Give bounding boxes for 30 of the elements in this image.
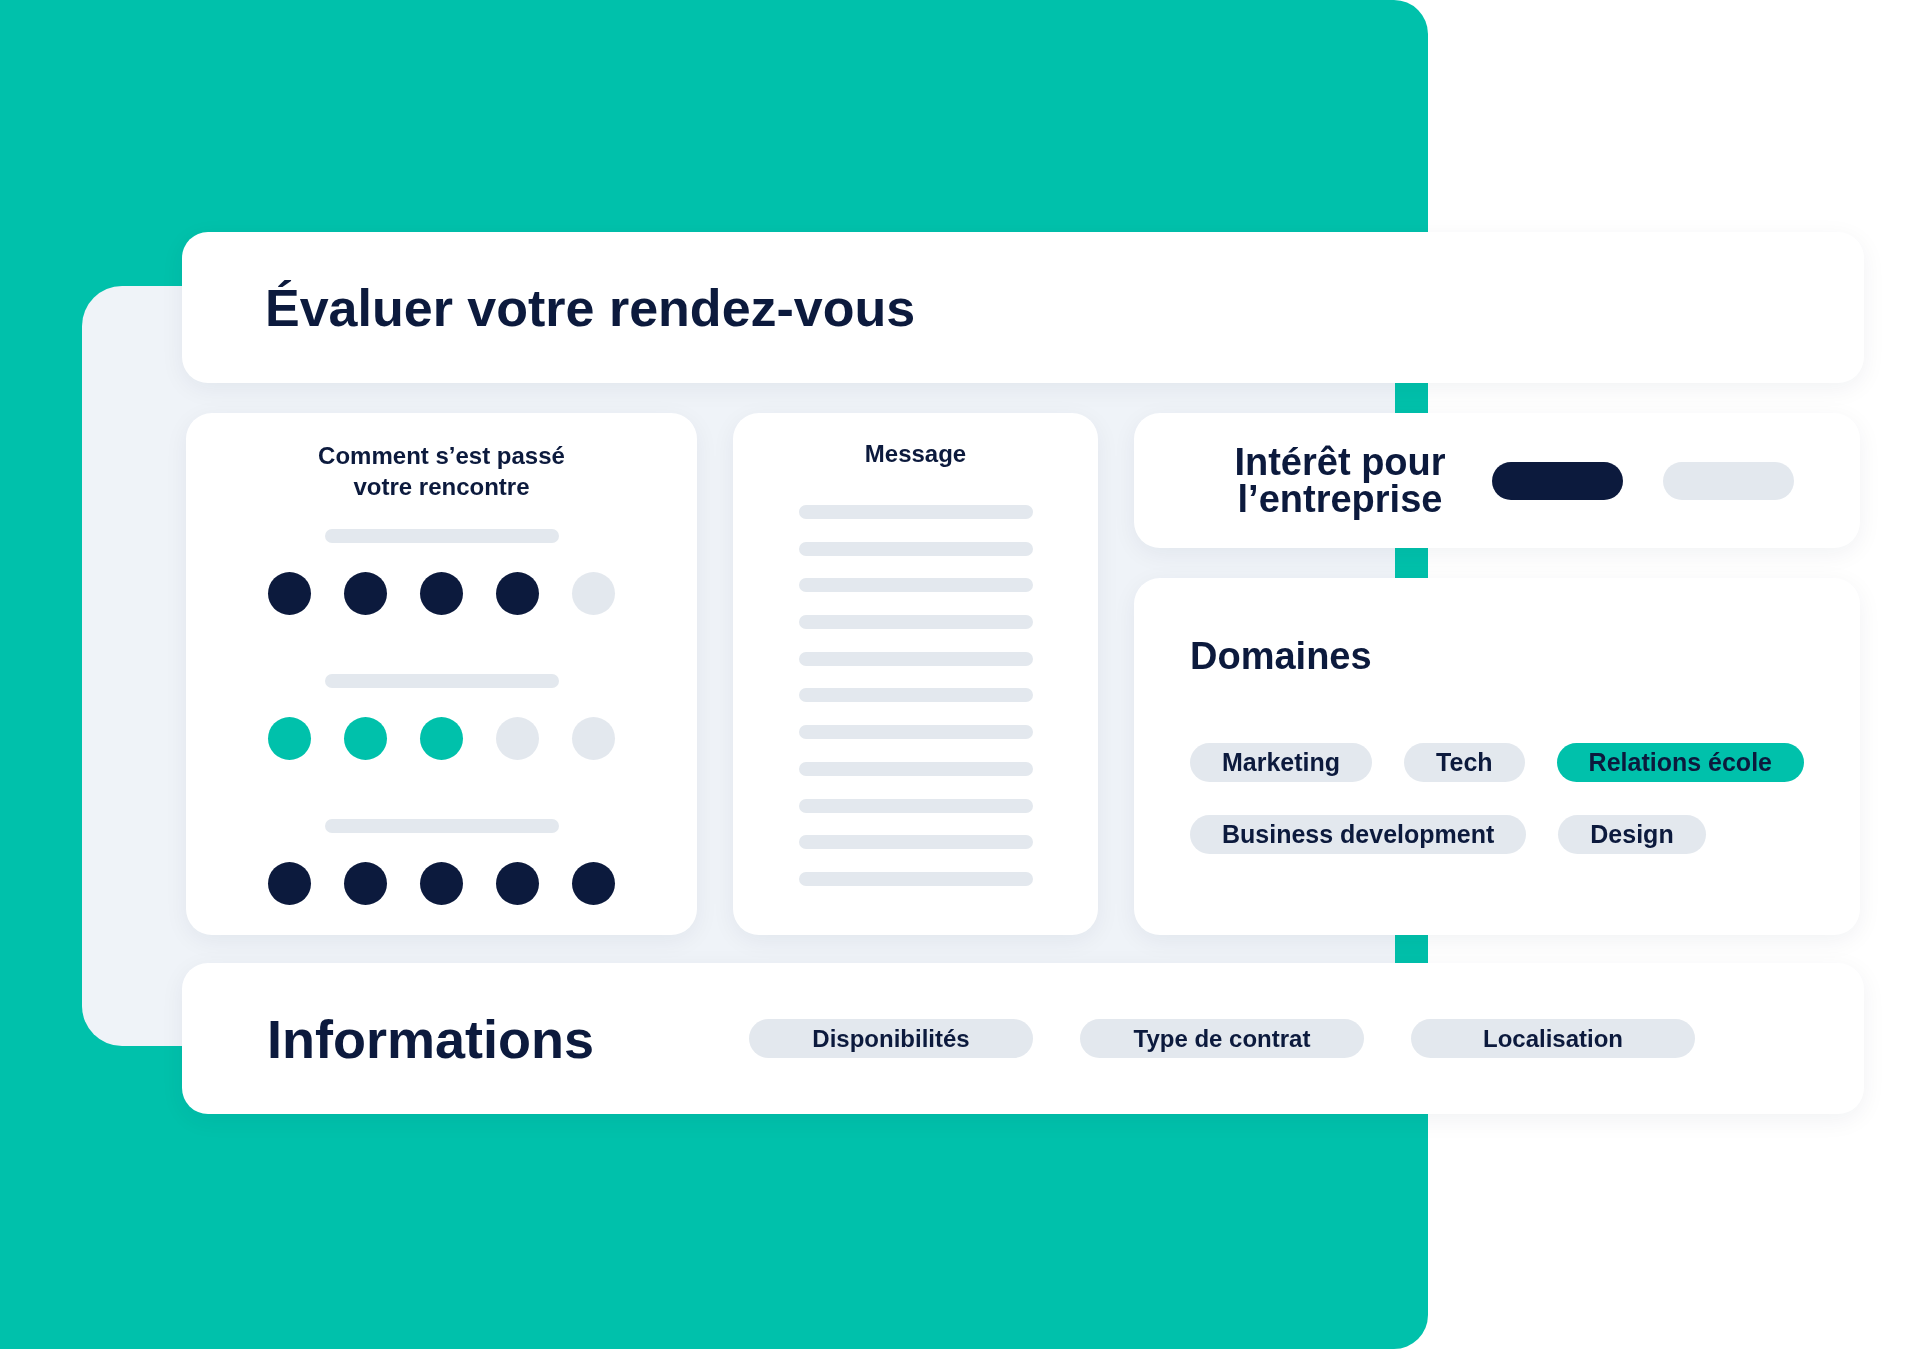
info-tag: Disponibilités bbox=[749, 1019, 1033, 1058]
rating-dot[interactable] bbox=[572, 572, 615, 615]
domains-title: Domaines bbox=[1190, 634, 1373, 678]
rating-dot[interactable] bbox=[420, 717, 463, 760]
rating-dot[interactable] bbox=[268, 572, 311, 615]
rating-dot[interactable] bbox=[572, 717, 615, 760]
choice-option[interactable] bbox=[1492, 461, 1623, 500]
rating-dot[interactable] bbox=[496, 862, 539, 905]
rating-dot[interactable] bbox=[420, 572, 463, 615]
info-title: Informations bbox=[267, 1007, 594, 1070]
rating-dot[interactable] bbox=[344, 717, 387, 760]
domain-tag[interactable]: Tech bbox=[1404, 743, 1525, 782]
rating-dot[interactable] bbox=[572, 862, 615, 905]
domain-tag[interactable]: Marketing bbox=[1190, 743, 1373, 782]
rating-dot[interactable] bbox=[496, 717, 539, 760]
interest-title: Intérêt pour l’entreprise bbox=[1233, 443, 1447, 518]
rating-dot[interactable] bbox=[268, 862, 311, 905]
domain-tag[interactable]: Relations école bbox=[1556, 743, 1804, 782]
page-title: Évaluer votre rendez-vous bbox=[265, 277, 916, 338]
message-title: Message bbox=[864, 439, 967, 469]
info-tag: Type de contrat bbox=[1080, 1019, 1364, 1058]
rating-dot[interactable] bbox=[344, 572, 387, 615]
domain-tag[interactable]: Design bbox=[1558, 815, 1706, 854]
info-tag: Localisation bbox=[1411, 1019, 1695, 1058]
rating-dot[interactable] bbox=[268, 717, 311, 760]
rating-card-title: Comment s’est passé votre rencontre bbox=[317, 441, 566, 502]
domain-tag[interactable]: Business development bbox=[1190, 815, 1527, 854]
rating-dot[interactable] bbox=[344, 862, 387, 905]
rating-dot[interactable] bbox=[496, 572, 539, 615]
rating-dot[interactable] bbox=[420, 862, 463, 905]
